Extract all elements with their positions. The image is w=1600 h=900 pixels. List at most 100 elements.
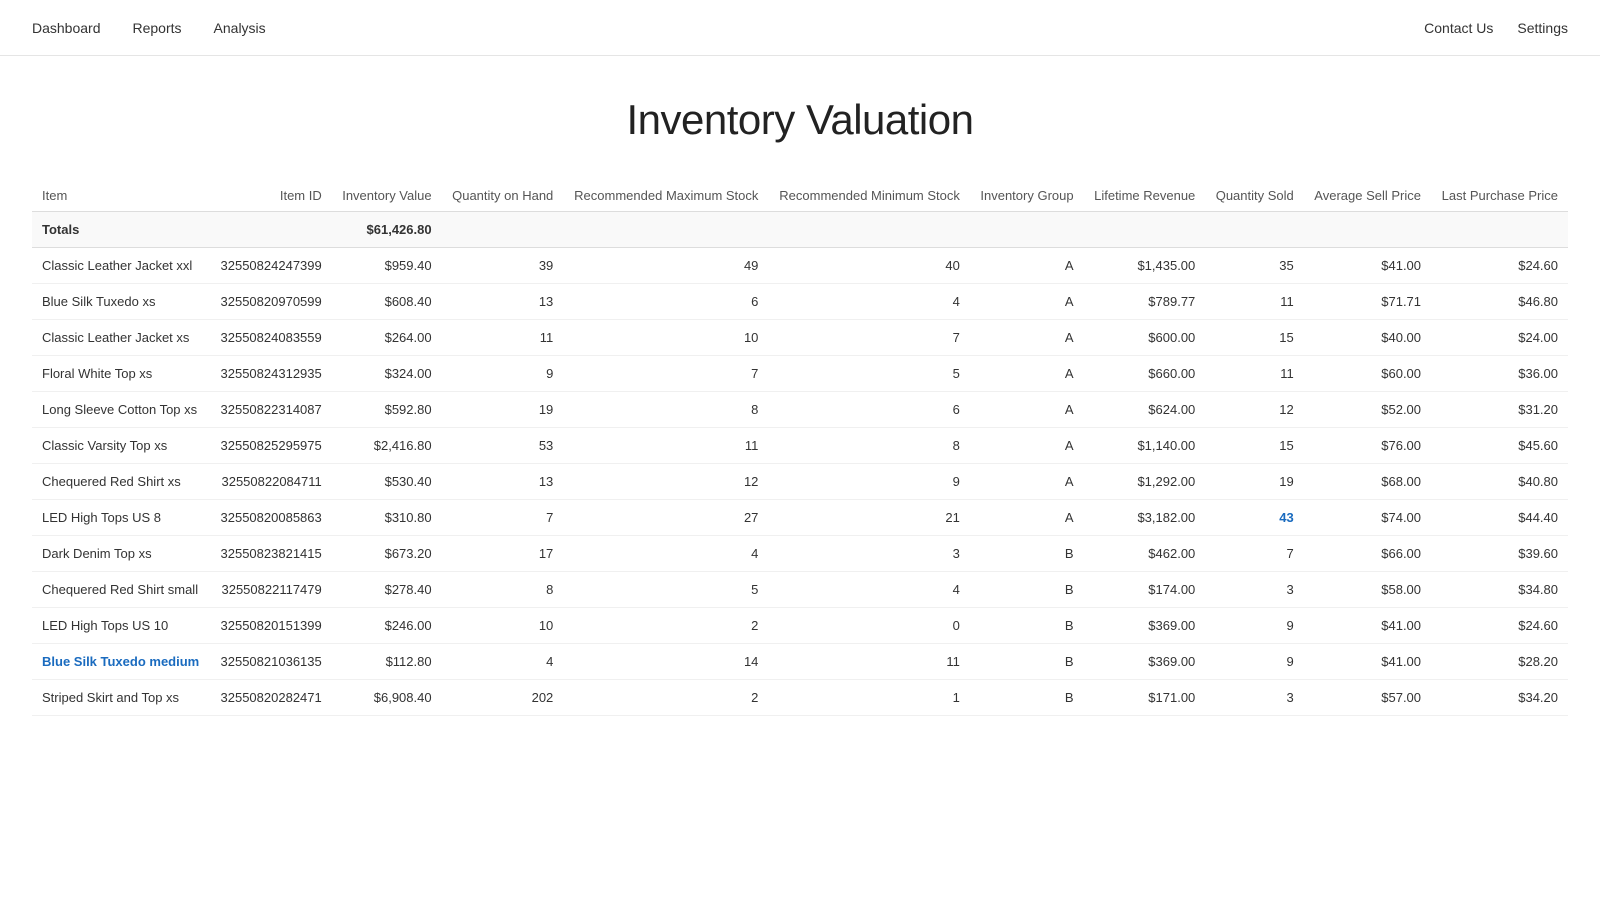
nav-right: Contact Us Settings: [1424, 16, 1568, 40]
cell-rec-min-stock: 7: [768, 320, 969, 356]
cell-rec-max-stock: 6: [563, 284, 768, 320]
cell-qty-sold: 15: [1205, 428, 1303, 464]
cell-item-id: 32550820151399: [210, 608, 332, 644]
cell-lifetime-revenue: $3,182.00: [1084, 500, 1206, 536]
totals-item-id: [210, 212, 332, 248]
cell-qty-sold: 9: [1205, 644, 1303, 680]
cell-rec-max-stock: 5: [563, 572, 768, 608]
cell-avg-sell-price: $41.00: [1304, 248, 1431, 284]
cell-last-purchase-price: $34.80: [1431, 572, 1568, 608]
totals-row: Totals $61,426.80: [32, 212, 1568, 248]
cell-qty-sold: 43: [1205, 500, 1303, 536]
nav-dashboard[interactable]: Dashboard: [32, 16, 101, 40]
cell-avg-sell-price: $40.00: [1304, 320, 1431, 356]
cell-qty-on-hand: 8: [442, 572, 564, 608]
navbar: Dashboard Reports Analysis Contact Us Se…: [0, 0, 1600, 56]
col-header-item: Item: [32, 180, 210, 212]
table-row: Classic Varsity Top xs 32550825295975 $2…: [32, 428, 1568, 464]
cell-item-id: 32550825295975: [210, 428, 332, 464]
cell-rec-min-stock: 3: [768, 536, 969, 572]
cell-qty-on-hand: 202: [442, 680, 564, 716]
cell-item-id: 32550820282471: [210, 680, 332, 716]
cell-rec-min-stock: 11: [768, 644, 969, 680]
cell-item: Chequered Red Shirt xs: [32, 464, 210, 500]
nav-left: Dashboard Reports Analysis: [32, 16, 1424, 40]
cell-qty-sold: 7: [1205, 536, 1303, 572]
cell-inventory-value: $6,908.40: [332, 680, 442, 716]
nav-settings[interactable]: Settings: [1517, 16, 1568, 40]
cell-item: LED High Tops US 8: [32, 500, 210, 536]
cell-rec-min-stock: 4: [768, 572, 969, 608]
table-row: Chequered Red Shirt xs 32550822084711 $5…: [32, 464, 1568, 500]
cell-qty-on-hand: 10: [442, 608, 564, 644]
cell-inventory-group: B: [970, 644, 1084, 680]
table-row: Striped Skirt and Top xs 32550820282471 …: [32, 680, 1568, 716]
cell-last-purchase-price: $24.00: [1431, 320, 1568, 356]
cell-avg-sell-price: $58.00: [1304, 572, 1431, 608]
cell-item-id: 32550824312935: [210, 356, 332, 392]
cell-inventory-value: $278.40: [332, 572, 442, 608]
nav-contact-us[interactable]: Contact Us: [1424, 16, 1493, 40]
cell-qty-sold: 11: [1205, 356, 1303, 392]
cell-last-purchase-price: $40.80: [1431, 464, 1568, 500]
cell-item: Blue Silk Tuxedo xs: [32, 284, 210, 320]
table-row: Classic Leather Jacket xs 32550824083559…: [32, 320, 1568, 356]
cell-rec-max-stock: 49: [563, 248, 768, 284]
col-header-rec-min-stock: Recommended Minimum Stock: [768, 180, 969, 212]
cell-inventory-value: $959.40: [332, 248, 442, 284]
cell-inventory-value: $2,416.80: [332, 428, 442, 464]
col-header-inventory-value: Inventory Value: [332, 180, 442, 212]
table-header-row: Item Item ID Inventory Value Quantity on…: [32, 180, 1568, 212]
table-row: Classic Leather Jacket xxl 3255082424739…: [32, 248, 1568, 284]
cell-inventory-value: $112.80: [332, 644, 442, 680]
cell-item: Striped Skirt and Top xs: [32, 680, 210, 716]
cell-item-id: 32550824083559: [210, 320, 332, 356]
cell-inventory-value: $673.20: [332, 536, 442, 572]
col-header-lifetime-revenue: Lifetime Revenue: [1084, 180, 1206, 212]
cell-item: Floral White Top xs: [32, 356, 210, 392]
nav-analysis[interactable]: Analysis: [214, 16, 266, 40]
cell-inventory-value: $608.40: [332, 284, 442, 320]
page-title: Inventory Valuation: [0, 56, 1600, 180]
totals-inventory-value: $61,426.80: [332, 212, 442, 248]
table-row: Blue Silk Tuxedo xs 32550820970599 $608.…: [32, 284, 1568, 320]
cell-qty-on-hand: 13: [442, 464, 564, 500]
cell-inventory-group: B: [970, 572, 1084, 608]
cell-lifetime-revenue: $462.00: [1084, 536, 1206, 572]
cell-lifetime-revenue: $171.00: [1084, 680, 1206, 716]
cell-rec-max-stock: 7: [563, 356, 768, 392]
cell-inventory-group: A: [970, 500, 1084, 536]
cell-qty-sold: 11: [1205, 284, 1303, 320]
cell-item-id: 32550824247399: [210, 248, 332, 284]
cell-inventory-value: $530.40: [332, 464, 442, 500]
cell-qty-sold: 3: [1205, 680, 1303, 716]
cell-rec-max-stock: 14: [563, 644, 768, 680]
cell-inventory-value: $246.00: [332, 608, 442, 644]
cell-lifetime-revenue: $624.00: [1084, 392, 1206, 428]
cell-item-id: 32550822314087: [210, 392, 332, 428]
cell-qty-sold: 12: [1205, 392, 1303, 428]
cell-inventory-group: A: [970, 356, 1084, 392]
cell-avg-sell-price: $41.00: [1304, 608, 1431, 644]
cell-rec-max-stock: 27: [563, 500, 768, 536]
inventory-table: Item Item ID Inventory Value Quantity on…: [32, 180, 1568, 716]
cell-qty-on-hand: 7: [442, 500, 564, 536]
cell-rec-min-stock: 6: [768, 392, 969, 428]
cell-last-purchase-price: $31.20: [1431, 392, 1568, 428]
col-header-rec-max-stock: Recommended Maximum Stock: [563, 180, 768, 212]
cell-rec-max-stock: 2: [563, 608, 768, 644]
cell-qty-on-hand: 11: [442, 320, 564, 356]
cell-rec-min-stock: 4: [768, 284, 969, 320]
cell-last-purchase-price: $46.80: [1431, 284, 1568, 320]
cell-last-purchase-price: $24.60: [1431, 248, 1568, 284]
cell-inventory-group: B: [970, 680, 1084, 716]
totals-label: Totals: [32, 212, 210, 248]
nav-reports[interactable]: Reports: [133, 16, 182, 40]
cell-qty-on-hand: 4: [442, 644, 564, 680]
table-row: Dark Denim Top xs 32550823821415 $673.20…: [32, 536, 1568, 572]
cell-item: Long Sleeve Cotton Top xs: [32, 392, 210, 428]
cell-inventory-value: $324.00: [332, 356, 442, 392]
cell-avg-sell-price: $71.71: [1304, 284, 1431, 320]
cell-item: Classic Leather Jacket xs: [32, 320, 210, 356]
cell-inventory-group: B: [970, 608, 1084, 644]
